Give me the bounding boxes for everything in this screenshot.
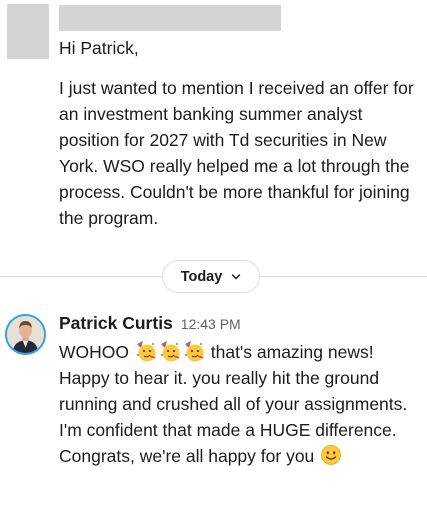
message-header: Patrick Curtis 12:43 PM xyxy=(59,313,241,335)
redacted-sender-name xyxy=(59,5,281,31)
day-divider-label: Today xyxy=(180,268,223,285)
sender-name[interactable]: Patrick Curtis xyxy=(59,313,173,334)
message-lead: WOHOO xyxy=(59,342,129,362)
message-greeting: Hi Patrick, xyxy=(59,38,139,58)
partying-face-emoji xyxy=(159,340,181,362)
day-divider-button[interactable]: Today xyxy=(162,260,260,293)
day-divider: Today xyxy=(0,260,427,294)
message-body: WOHOO that's amazing news! Happy to hear… xyxy=(59,339,421,469)
message-first: Hi Patrick, I just wanted to mention I r… xyxy=(0,0,427,250)
slightly-smiling-face-emoji xyxy=(320,444,342,466)
redacted-avatar xyxy=(7,4,49,59)
avatar[interactable] xyxy=(5,314,46,355)
message-body: I just wanted to mention I received an o… xyxy=(59,78,414,228)
message-timestamp[interactable]: 12:43 PM xyxy=(181,316,241,332)
partying-face-emoji xyxy=(183,340,205,362)
partying-face-emoji xyxy=(135,340,157,362)
message-second: Patrick Curtis 12:43 PM WOHOO that's ama… xyxy=(0,300,427,507)
chevron-down-icon xyxy=(232,273,241,279)
